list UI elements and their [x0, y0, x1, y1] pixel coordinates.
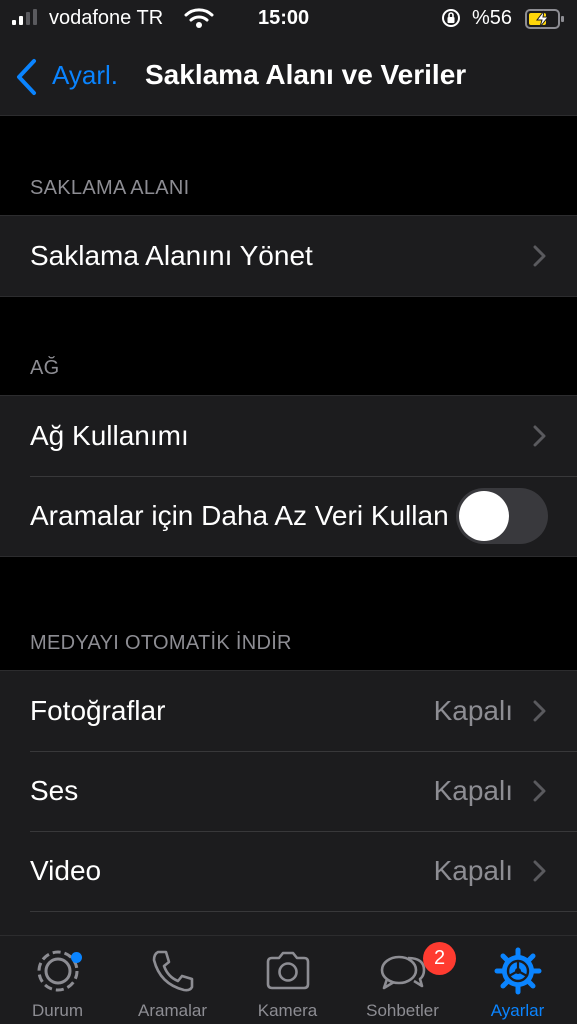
page-title: Saklama Alanı ve Veriler [145, 59, 467, 90]
tab-bar: Durum Aramalar Kamera Sohbetler 2 Ayarla… [0, 935, 577, 1024]
row-label: Ses [30, 775, 79, 806]
row-label: Aramalar için Daha Az Veri Kullan [30, 500, 449, 531]
tab-label: Aramalar [138, 1001, 207, 1020]
chevron-right-icon [533, 780, 546, 802]
rotation-lock-icon [442, 9, 460, 27]
section-header-auto-download: MEDYAYI OTOMATİK İNDİR [30, 632, 292, 654]
carrier-name: vodafone TR [49, 7, 164, 29]
clock: 15:00 [258, 7, 310, 29]
manage-storage-row[interactable]: Saklama Alanını Yönet [0, 216, 577, 296]
status-bar: vodafone TR 15:00 %56 [0, 0, 577, 40]
tab-durum[interactable]: Durum [0, 936, 115, 1024]
row-divider [30, 911, 577, 912]
row-value: Kapalı [433, 775, 513, 806]
chevron-right-icon [533, 700, 546, 722]
toggle-knob [459, 491, 509, 541]
row-label: Video [30, 855, 102, 886]
row-label: Ağ Kullanımı [30, 420, 189, 451]
auto-download-group: Fotoğraflar Kapalı Ses Kapalı Video Kapa… [0, 670, 577, 940]
wifi-icon [184, 8, 214, 28]
back-button[interactable]: Ayarl. [52, 60, 118, 91]
navigation-bar: Ayarl. Saklama Alanı ve Veriler [0, 40, 577, 116]
phone-icon [152, 950, 193, 992]
section-header-network: AĞ [30, 357, 60, 379]
low-data-calls-toggle[interactable] [456, 488, 548, 544]
row-value: Kapalı [433, 695, 513, 726]
status-unread-dot [71, 952, 82, 963]
tab-kamera[interactable]: Kamera [230, 936, 345, 1024]
tab-label: Durum [31, 1001, 83, 1020]
photos-row[interactable]: Fotoğraflar Kapalı [0, 671, 577, 751]
storage-group: Saklama Alanını Yönet [0, 215, 577, 297]
audio-row[interactable]: Ses Kapalı [0, 751, 577, 831]
chevron-right-icon [533, 245, 546, 267]
unread-count-badge: 2 [423, 942, 456, 975]
cell-signal-icon [12, 9, 37, 25]
network-group: Ağ Kullanımı Aramalar için Daha Az Veri … [0, 395, 577, 557]
tab-aramalar[interactable]: Aramalar [115, 936, 230, 1024]
row-label: Fotoğraflar [30, 695, 166, 726]
battery-percentage: %56 [472, 7, 513, 29]
camera-icon [266, 951, 309, 990]
settings-gear-icon [494, 947, 541, 995]
row-value: Kapalı [433, 855, 513, 886]
chevron-right-icon [533, 860, 546, 882]
back-chevron-icon[interactable] [14, 58, 38, 96]
tab-ayarlar[interactable]: Ayarlar [460, 936, 575, 1024]
tab-label: Ayarlar [490, 1001, 545, 1020]
battery-charging-icon [525, 9, 564, 29]
network-usage-row[interactable]: Ağ Kullanımı [0, 396, 577, 476]
chats-icon [380, 955, 425, 990]
row-label: Saklama Alanını Yönet [30, 240, 313, 271]
section-header-storage: SAKLAMA ALANI [30, 177, 190, 199]
video-row[interactable]: Video Kapalı [0, 831, 577, 911]
tab-label: Sohbetler [366, 1001, 439, 1020]
tab-label: Kamera [257, 1001, 318, 1020]
low-data-calls-row: Aramalar için Daha Az Veri Kullan [0, 476, 577, 556]
chevron-right-icon [533, 425, 546, 447]
